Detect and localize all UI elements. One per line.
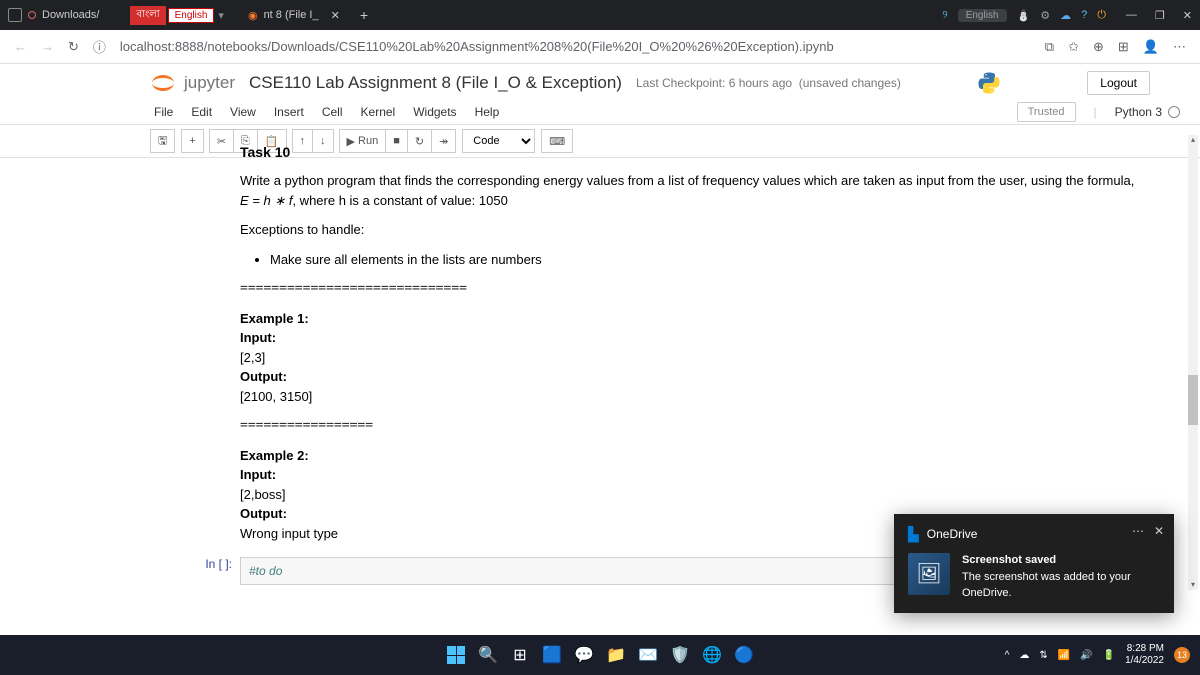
menu-edit[interactable]: Edit	[191, 105, 212, 119]
kernel-name[interactable]: Python 3	[1115, 105, 1180, 119]
ime-power-icon[interactable]: ⏻	[1097, 9, 1106, 22]
widgets-button[interactable]: 🟦	[540, 643, 564, 667]
address-url[interactable]: localhost:8888/notebooks/Downloads/CSE11…	[120, 39, 1031, 54]
task10-exceptions-label: Exceptions to handle:	[240, 220, 1168, 240]
chat-icon[interactable]: 💬	[572, 643, 596, 667]
mail-icon[interactable]: ✉️	[636, 643, 660, 667]
back-button[interactable]: ←	[14, 39, 27, 54]
task-view-button[interactable]: ⊞	[508, 643, 532, 667]
app-icon[interactable]: 🛡️	[668, 643, 692, 667]
python-logo	[977, 71, 1001, 95]
ime-gear-icon[interactable]: ⚙	[1040, 9, 1050, 22]
close-tab-icon[interactable]: ✕	[331, 9, 340, 22]
more-icon[interactable]: ⋯	[1173, 39, 1186, 55]
separator: =============================	[240, 279, 1168, 299]
ime-help-icon[interactable]: ?	[1081, 9, 1087, 21]
tray-battery-icon[interactable]: 🔋	[1103, 650, 1115, 661]
collections-icon[interactable]: ⊕	[1093, 39, 1104, 55]
toast-close-icon[interactable]: ✕	[1154, 524, 1164, 538]
separator: =================	[240, 416, 1168, 436]
new-tab-button[interactable]: +	[360, 7, 368, 23]
menu-kernel[interactable]: Kernel	[361, 105, 396, 119]
site-info-icon[interactable]: ⓘ	[93, 37, 106, 56]
lang-bangla[interactable]: বাংলা	[130, 6, 165, 25]
onedrive-notification[interactable]: ⋯ ✕ ▙ OneDrive 🖼 Screenshot saved The sc…	[894, 514, 1174, 613]
jupyter-brand: jupyter	[184, 73, 235, 93]
ime-language[interactable]: English	[958, 9, 1007, 22]
close-window-button[interactable]: ✕	[1183, 9, 1192, 22]
menu-cell[interactable]: Cell	[322, 105, 343, 119]
task10-heading: Task 10	[240, 142, 1168, 163]
tray-sync-icon[interactable]: ⇅	[1039, 650, 1047, 661]
jupyter-logo[interactable]	[150, 70, 176, 96]
downloads-label[interactable]: Downloads/	[42, 9, 99, 21]
language-switcher[interactable]: বাংলা English ▾	[130, 6, 223, 25]
scrollbar[interactable]: ▴ ▾	[1188, 135, 1198, 590]
tray-onedrive-icon[interactable]: ☁	[1019, 650, 1029, 661]
refresh-button[interactable]: ↻	[68, 39, 79, 55]
tab-title: nt 8 (File I_	[264, 9, 319, 21]
screenshot-thumbnail[interactable]: 🖼	[908, 553, 950, 595]
tray-chevron-icon[interactable]: ^	[1005, 650, 1010, 661]
logout-button[interactable]: Logout	[1087, 71, 1150, 95]
trusted-badge[interactable]: Trusted	[1017, 102, 1076, 122]
checkpoint-info: Last Checkpoint: 6 hours ago (unsaved ch…	[636, 76, 901, 90]
windows-taskbar[interactable]: 🔍 ⊞ 🟦 💬 📁 ✉️ 🛡️ 🌐 🔵 ^ ☁ ⇅ 📶 🔊 🔋 8:28 PM …	[0, 635, 1200, 675]
ime-user-icon[interactable]: ⛄	[1017, 9, 1031, 22]
notebook-title[interactable]: CSE110 Lab Assignment 8 (File I_O & Exce…	[249, 73, 622, 93]
edge-icon[interactable]: 🌐	[700, 643, 724, 667]
tab-view-icon[interactable]	[8, 8, 22, 22]
scroll-thumb[interactable]	[1188, 375, 1198, 425]
onedrive-icon: ▙	[908, 526, 919, 543]
menu-insert[interactable]: Insert	[274, 105, 304, 119]
tray-volume-icon[interactable]: 🔊	[1080, 650, 1092, 661]
kernel-indicator	[1168, 106, 1180, 118]
profile-icon[interactable]: 👤	[1143, 39, 1159, 55]
toast-title: Screenshot saved	[962, 553, 1160, 568]
chrome-icon[interactable]: 🔵	[732, 643, 756, 667]
search-button[interactable]: 🔍	[476, 643, 500, 667]
extensions-icon[interactable]: ⊞	[1118, 39, 1129, 55]
menu-file[interactable]: File	[154, 105, 173, 119]
example1: Example 1: Input: [2,3] Output: [2100, 3…	[240, 309, 1168, 407]
menu-view[interactable]: View	[230, 105, 256, 119]
task10-description: Write a python program that finds the co…	[240, 171, 1168, 210]
cell-prompt: In [ ]:	[150, 557, 240, 585]
minimize-button[interactable]: —	[1126, 9, 1137, 22]
notification-badge[interactable]: 13	[1174, 647, 1190, 663]
lang-english[interactable]: English	[168, 8, 215, 23]
toast-body: The screenshot was added to your OneDriv…	[962, 570, 1160, 601]
tray-wifi-icon[interactable]: 📶	[1058, 650, 1070, 661]
browser-tab[interactable]: ◉ nt 8 (File I_ ✕	[248, 9, 340, 22]
translate-icon[interactable]: ⧉	[1045, 39, 1054, 55]
ime-cloud-icon[interactable]: ☁	[1060, 9, 1071, 22]
onedrive-brand: OneDrive	[927, 527, 978, 541]
taskbar-clock[interactable]: 8:28 PM 1/4/2022	[1125, 643, 1164, 667]
start-button[interactable]	[444, 643, 468, 667]
menu-help[interactable]: Help	[475, 105, 500, 119]
scroll-down-icon[interactable]: ▾	[1188, 580, 1198, 590]
record-icon	[28, 11, 36, 19]
favorite-icon[interactable]: ✩	[1068, 39, 1079, 55]
task10-exception-item: Make sure all elements in the lists are …	[270, 250, 1168, 270]
menu-widgets[interactable]: Widgets	[413, 105, 456, 119]
toast-more-icon[interactable]: ⋯	[1132, 524, 1144, 538]
explorer-icon[interactable]: 📁	[604, 643, 628, 667]
scroll-up-icon[interactable]: ▴	[1188, 135, 1198, 145]
maximize-button[interactable]: ❐	[1155, 9, 1165, 22]
forward-button[interactable]: →	[41, 39, 54, 54]
